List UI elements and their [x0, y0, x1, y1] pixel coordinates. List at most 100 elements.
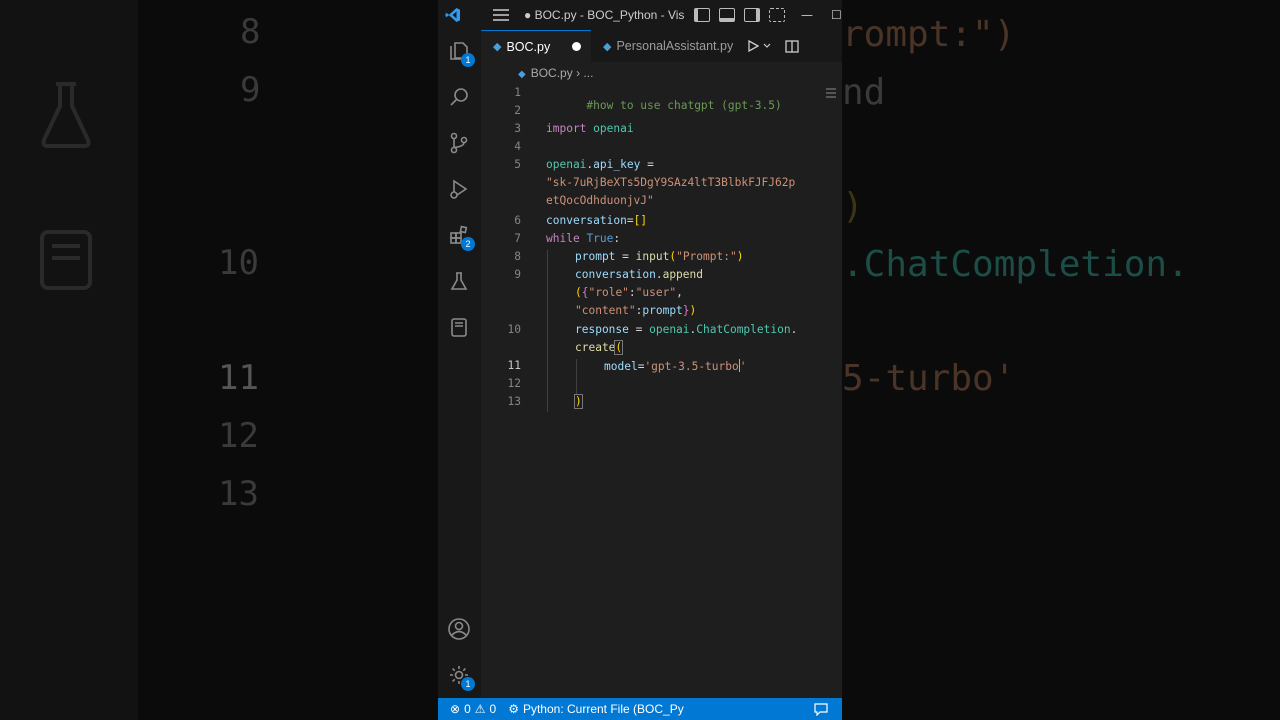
code-variable: conversation: [575, 268, 656, 281]
code-line-9-wrap-1: ({"role":"user",: [575, 286, 683, 299]
code-line-8: prompt = input("Prompt:"): [575, 250, 744, 263]
explorer-icon[interactable]: 1: [446, 38, 475, 67]
python-file-icon: ◆: [603, 40, 612, 53]
code-line-9-wrap-2: "content":prompt}): [575, 304, 697, 317]
split-editor-icon[interactable]: [785, 39, 799, 53]
code-string: 'gpt-3.5-turbo: [644, 360, 739, 373]
vscode-logo-icon: [440, 0, 466, 30]
toggle-panel-icon[interactable]: [719, 8, 735, 22]
explorer-badge: 1: [461, 53, 475, 67]
code-module: openai: [546, 158, 587, 171]
code-module: openai: [649, 323, 690, 336]
run-configuration[interactable]: ⚙ Python: Current File (BOC_Py: [508, 702, 684, 716]
background-line-number: 12: [218, 416, 259, 456]
tab-personal-assistant[interactable]: ◆ PersonalAssistant.py: [591, 30, 741, 62]
code-editor[interactable]: 1 2 3 4 5 6 7 8 9 10 11 12 13 #how to us…: [481, 84, 842, 414]
problems-indicator[interactable]: ⊗ 0 ⚠ 0: [450, 702, 496, 716]
code-line-9: conversation.append: [575, 268, 703, 281]
line-number: 6: [514, 214, 521, 227]
background-flask-icon: [41, 82, 91, 148]
code-line-7: while True:: [546, 232, 621, 245]
breadcrumb-file[interactable]: BOC.py: [531, 66, 573, 80]
code-module: openai: [593, 122, 634, 135]
background-code: rompt:"): [842, 14, 1016, 55]
line-number: 13: [507, 395, 521, 408]
code-line-5: openai.api_key =: [546, 158, 654, 171]
background-code: .ChatCompletion.: [842, 244, 1189, 285]
line-number-current: 11: [507, 359, 521, 372]
search-icon[interactable]: [446, 84, 472, 110]
breadcrumb-more[interactable]: ...: [583, 66, 593, 80]
code-line-6: conversation=[]: [546, 214, 648, 227]
title-bar: ● BOC.py - BOC_Python - Vis... — ☐: [438, 0, 842, 30]
code-variable: prompt: [642, 304, 683, 317]
code-comment: #how to use chatgpt (gpt-3.5): [586, 99, 782, 112]
toggle-sidebar-icon[interactable]: [694, 8, 710, 22]
background-line-number: 10: [218, 243, 259, 283]
code-operator: =: [640, 158, 654, 171]
notebook-icon[interactable]: [446, 314, 472, 340]
background-line-number: 13: [218, 474, 259, 514]
line-number: 8: [514, 250, 521, 263]
code-string: "user": [635, 286, 677, 299]
customize-layout-icon[interactable]: [769, 8, 785, 22]
minimize-icon[interactable]: —: [801, 8, 813, 22]
code-line-1: #how to use chatgpt (gpt-3.5): [546, 86, 782, 125]
minimap[interactable]: [826, 88, 836, 102]
unsaved-dot-icon[interactable]: [572, 42, 581, 51]
background-line-number: 8: [240, 12, 261, 52]
code-keyword: import: [546, 122, 587, 135]
code-attribute: api_key: [593, 158, 641, 171]
line-number: 9: [514, 268, 521, 281]
code-string: "Prompt:": [676, 250, 737, 263]
code-line-3: import openai: [546, 122, 634, 135]
code-string: "sk-7uRjBeXTs5DgY9SAz4ltT3BlbkFJFJ62p: [546, 176, 796, 189]
python-file-icon: ◆: [518, 69, 526, 80]
background-code: ): [842, 186, 864, 227]
line-number: 2: [514, 104, 521, 117]
tab-boc-py[interactable]: ◆ BOC.py: [481, 30, 591, 62]
background-code: nd: [842, 72, 886, 113]
breadcrumb: ◆ BOC.py › ...: [518, 66, 593, 80]
settings-badge: 1: [461, 677, 475, 691]
code-string: etQocOdhduonjvJ": [546, 194, 654, 207]
code-line-10: response = openai.ChatCompletion.: [575, 323, 798, 336]
background-line-number: 9: [240, 70, 261, 110]
code-line-10-wrap-1: create(: [575, 340, 624, 355]
code-variable: response: [575, 323, 629, 336]
line-number: 7: [514, 232, 521, 245]
code-keyword: while: [546, 232, 580, 245]
account-icon[interactable]: [446, 616, 472, 642]
code-function: input: [635, 250, 670, 263]
line-number: 12: [507, 377, 521, 390]
indent-guide: [547, 250, 548, 412]
feedback-icon[interactable]: [814, 702, 828, 716]
testing-flask-icon[interactable]: [446, 268, 472, 294]
settings-gear-icon[interactable]: 1: [446, 662, 475, 691]
run-file-icon[interactable]: [747, 40, 759, 52]
background-left-panel: 8 9 10 11 12 13: [0, 0, 438, 720]
run-debug-icon[interactable]: [446, 176, 472, 202]
line-number: 4: [514, 140, 521, 153]
code-string: "role": [588, 286, 629, 299]
extensions-icon[interactable]: 2: [446, 222, 475, 251]
source-control-icon[interactable]: [446, 130, 472, 156]
background-right-panel: rompt:") nd ) .ChatCompletion. 5-turbo': [842, 0, 1280, 720]
code-variable: conversation: [546, 214, 627, 227]
code-function: append: [662, 268, 703, 281]
line-number: 1: [514, 86, 521, 99]
toggle-secondary-sidebar-icon[interactable]: [744, 8, 760, 22]
menu-icon[interactable]: [488, 0, 514, 30]
code-parameter: model: [604, 360, 638, 373]
line-number: 5: [514, 158, 521, 171]
code-function: create: [575, 341, 616, 354]
code-variable: prompt: [575, 250, 616, 263]
background-line-number: 11: [218, 358, 259, 398]
code-line-11: model='gpt-3.5-turbo': [604, 359, 747, 373]
activity-bar: 1 2 1: [438, 30, 481, 698]
maximize-icon[interactable]: ☐: [831, 8, 842, 22]
chevron-down-icon[interactable]: [763, 43, 771, 49]
vscode-window: ● BOC.py - BOC_Python - Vis... — ☐ 1 2 1…: [438, 0, 842, 720]
tab-label: BOC.py: [506, 39, 551, 54]
line-number: 10: [507, 323, 521, 336]
